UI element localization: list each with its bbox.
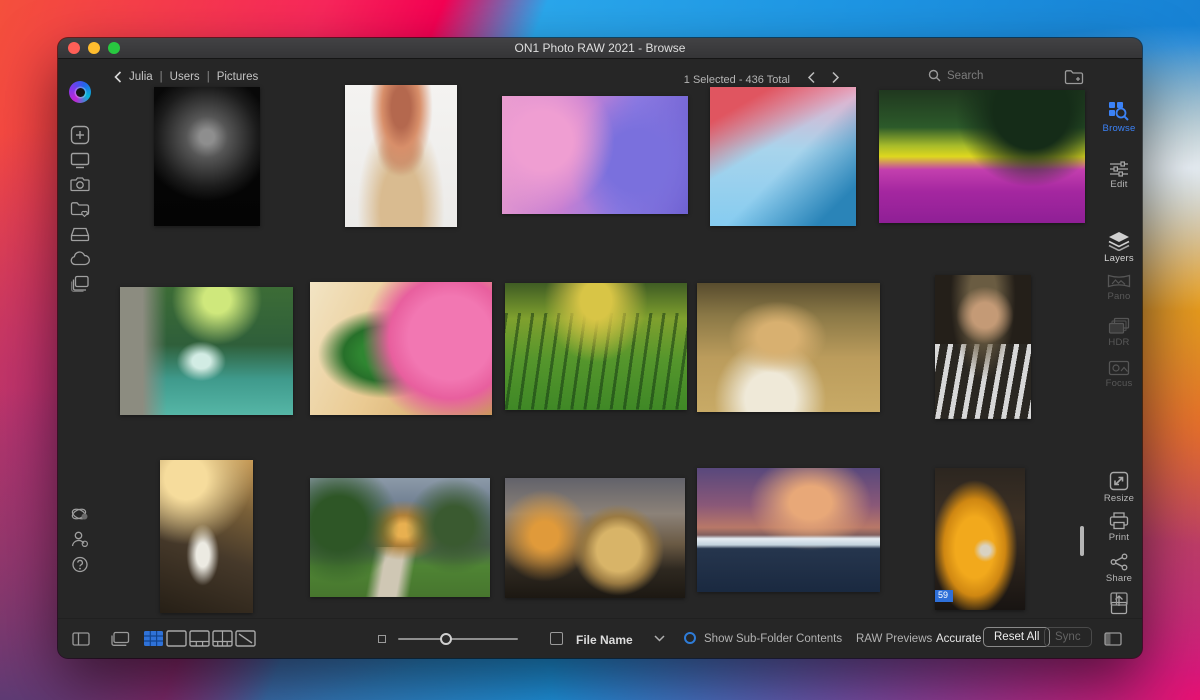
- photo-thumbnail[interactable]: [505, 283, 687, 410]
- view-mode-group: [143, 630, 256, 647]
- toggle-left-panel-icon[interactable]: [72, 632, 90, 646]
- show-subfolders-label[interactable]: Show Sub-Folder Contents: [704, 633, 842, 645]
- show-labels-checkbox[interactable]: [550, 632, 563, 645]
- map-view-button[interactable]: [235, 630, 256, 647]
- sort-by-label[interactable]: File Name: [576, 633, 633, 647]
- photo-thumbnail[interactable]: [710, 87, 856, 226]
- compare-view-button[interactable]: [212, 630, 233, 647]
- photo-thumbnail[interactable]: [345, 85, 457, 227]
- sync-button[interactable]: Sync: [1044, 627, 1092, 647]
- reset-all-button[interactable]: Reset All: [983, 627, 1050, 647]
- photo-grid: 59: [58, 38, 1142, 658]
- filmstrip-view-button[interactable]: [189, 630, 210, 647]
- photo-thumbnail[interactable]: [310, 282, 492, 415]
- grid-view-button[interactable]: [143, 630, 164, 647]
- photo-thumbnail[interactable]: [154, 87, 260, 226]
- photo-thumbnail[interactable]: [935, 275, 1031, 419]
- show-subfolders-toggle[interactable]: [684, 632, 696, 644]
- toggle-filmstrip-panel-icon[interactable]: [1104, 632, 1122, 646]
- photo-thumbnail[interactable]: [505, 478, 685, 598]
- thumbnail-size-slider[interactable]: [398, 638, 518, 640]
- detail-view-button[interactable]: [166, 630, 187, 647]
- photo-thumbnail-selected[interactable]: 59: [935, 468, 1025, 610]
- footer-toolbar: File Name Show Sub-Folder Contents RAW P…: [58, 618, 1142, 658]
- stacked-photos-icon[interactable]: [110, 631, 130, 647]
- photo-thumbnail[interactable]: [310, 478, 490, 597]
- photo-thumbnail[interactable]: [120, 287, 293, 415]
- raw-previews-label[interactable]: RAW Previews: [856, 633, 932, 645]
- slider-knob[interactable]: [440, 633, 452, 645]
- photo-thumbnail[interactable]: [502, 96, 688, 214]
- photo-thumbnail[interactable]: [697, 468, 880, 592]
- photo-thumbnail[interactable]: [160, 460, 253, 613]
- grid-scrollbar[interactable]: [1080, 526, 1084, 556]
- chevron-down-icon[interactable]: [654, 635, 665, 642]
- photo-thumbnail[interactable]: [697, 283, 880, 412]
- app-window: ON1 Photo RAW 2021 - Browse Julia | User…: [58, 38, 1142, 658]
- photo-thumbnail[interactable]: [879, 90, 1085, 223]
- selected-filename-badge: 59: [935, 590, 953, 602]
- thumbnail-size-small-icon: [378, 635, 386, 643]
- raw-previews-value[interactable]: Accurate: [936, 633, 981, 645]
